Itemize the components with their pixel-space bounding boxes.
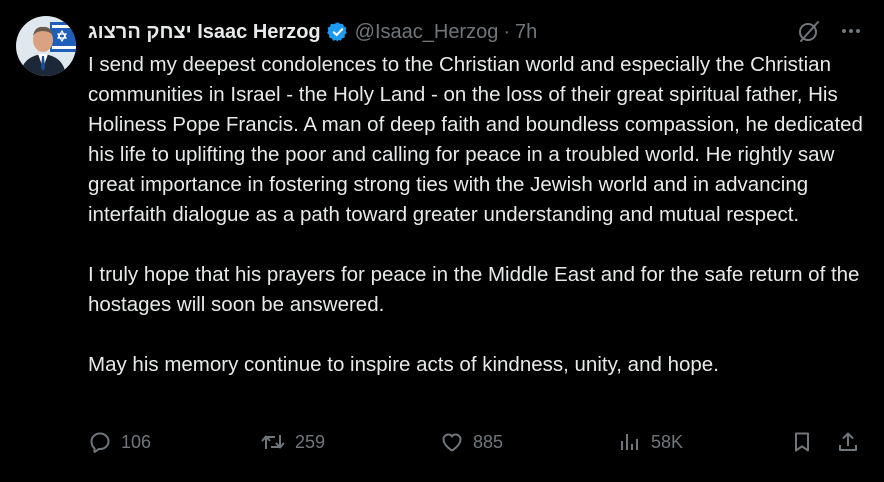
tweet-paragraph: I send my deepest condolences to the Chr… [88,53,863,226]
tweet-actions-bar: 106 259 885 58K [88,428,866,456]
bookmark-button[interactable] [790,428,814,456]
repost-count: 259 [295,431,326,452]
tweet-paragraph: I truly hope that his prayers for peace … [88,263,860,316]
verified-badge-icon[interactable] [326,21,349,43]
reply-count: 106 [121,431,152,452]
bookmark-icon [790,430,814,454]
tweet-paragraph: May his memory continue to inspire acts … [88,353,719,376]
avatar-image [16,16,76,76]
repost-icon [260,430,286,454]
repost-button[interactable]: 259 [260,428,325,456]
like-icon [440,430,464,454]
grok-icon[interactable] [796,18,822,44]
tweet-header: יצחק הרצוג Isaac Herzog @Isaac_Herzog · … [88,18,537,46]
tweet-text: I send my deepest condolences to the Chr… [88,50,868,380]
like-count: 885 [473,431,504,452]
reply-button[interactable]: 106 [88,428,151,456]
author-display-name[interactable]: יצחק הרצוג Isaac Herzog [88,21,321,44]
more-icon[interactable] [840,20,862,42]
tweet-timestamp[interactable]: 7h [515,21,537,44]
views-icon [618,430,642,454]
views-button[interactable]: 58K [618,428,683,456]
like-button[interactable]: 885 [440,428,503,456]
author-handle[interactable]: @Isaac_Herzog [355,21,499,44]
separator-dot: · [503,20,511,43]
share-icon [836,430,860,454]
views-count: 58K [651,431,684,452]
reply-icon [88,430,112,454]
share-button[interactable] [836,428,860,456]
tweet-top-actions [796,18,862,44]
avatar[interactable] [16,16,76,76]
